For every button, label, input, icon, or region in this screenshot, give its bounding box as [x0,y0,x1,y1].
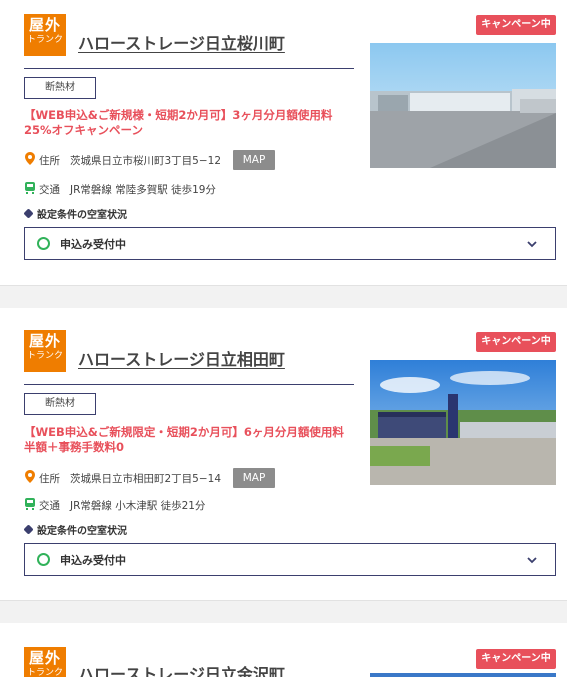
chevron-down-icon [527,241,537,248]
address-value: 茨城県日立市桜川町3丁目5−12 [70,154,222,167]
facility-photo [370,43,556,168]
outdoor-trunk-badge: 屋外 トランク [24,14,66,56]
address-row: 住所 茨城県日立市桜川町3丁目5−12 MAP [24,150,276,170]
badge-main-text: 屋外 [28,649,61,667]
train-icon [24,498,36,513]
map-button[interactable]: MAP [233,150,276,170]
card-separator [0,600,567,624]
available-circle-icon [37,237,50,250]
location-pin-icon [24,470,36,486]
address-row: 住所 茨城県日立市相田町2丁目5−14 MAP [24,468,276,488]
facility-photo [370,673,556,677]
badge-sub-text: トランク [26,668,63,677]
title-divider [24,384,354,385]
address-label: 住所 [39,472,60,485]
outdoor-trunk-badge: 屋外 トランク [24,647,66,677]
feature-tag: 断熱材 [24,77,96,99]
badge-sub-text: トランク [26,351,63,361]
listing-card: 屋外 トランク ハローストレージ日立相田町 キャンペーン中 断熱材 【WEB申込… [0,308,567,600]
outdoor-trunk-badge: 屋外 トランク [24,330,66,372]
access-value: JR常磐線 小木津駅 徒歩21分 [70,500,206,512]
campaign-badge: キャンペーン中 [476,649,556,669]
access-label: 交通 [39,500,60,512]
feature-tag: 断熱材 [24,393,96,415]
facility-title-link[interactable]: ハローストレージ日立相田町 [78,346,285,370]
chevron-down-icon [527,557,537,564]
access-label: 交通 [39,184,60,196]
badge-sub-text: トランク [26,35,63,45]
badge-main-text: 屋外 [28,16,61,34]
campaign-badge: キャンペーン中 [476,332,556,352]
cube-icon [23,524,34,535]
map-button[interactable]: MAP [233,468,276,488]
condition-label: 設定条件の空室状況 [37,210,127,221]
availability-accordion[interactable]: 申込み受付中 [24,227,556,260]
title-divider [24,68,354,69]
availability-status: 申込み受付中 [60,553,126,567]
address-label: 住所 [39,154,60,167]
cube-icon [23,208,34,219]
condition-heading: 設定条件の空室状況 [23,206,127,221]
condition-heading: 設定条件の空室状況 [23,522,127,537]
listing-card: 屋外 トランク ハローストレージ日立金沢町 キャンペーン中 [0,623,567,677]
train-icon [24,182,36,197]
location-pin-icon [24,152,36,168]
condition-label: 設定条件の空室状況 [37,526,127,537]
access-row: 交通 JR常磐線 小木津駅 徒歩21分 [24,498,205,513]
badge-main-text: 屋外 [28,332,61,350]
campaign-text: 【WEB申込&ご新規様・短期2か月可】3ヶ月分月額使用料25%オフキャンペーン [24,108,333,137]
facility-title-link[interactable]: ハローストレージ日立桜川町 [78,30,285,54]
availability-accordion[interactable]: 申込み受付中 [24,543,556,576]
access-value: JR常磐線 常陸多賀駅 徒歩19分 [70,184,216,196]
availability-status: 申込み受付中 [60,237,126,251]
listing-card: 屋外 トランク ハローストレージ日立桜川町 キャンペーン中 断熱材 【WEB申込… [0,0,567,285]
facility-photo [370,360,556,485]
campaign-text: 【WEB申込&ご新規限定・短期2か月可】6ヶ月分月額使用料半額＋事務手数料0 [24,425,344,454]
access-row: 交通 JR常磐線 常陸多賀駅 徒歩19分 [24,182,216,197]
address-value: 茨城県日立市相田町2丁目5−14 [70,472,222,485]
card-separator [0,285,567,309]
available-circle-icon [37,553,50,566]
campaign-badge: キャンペーン中 [476,15,556,35]
facility-title-link[interactable]: ハローストレージ日立金沢町 [78,661,285,677]
